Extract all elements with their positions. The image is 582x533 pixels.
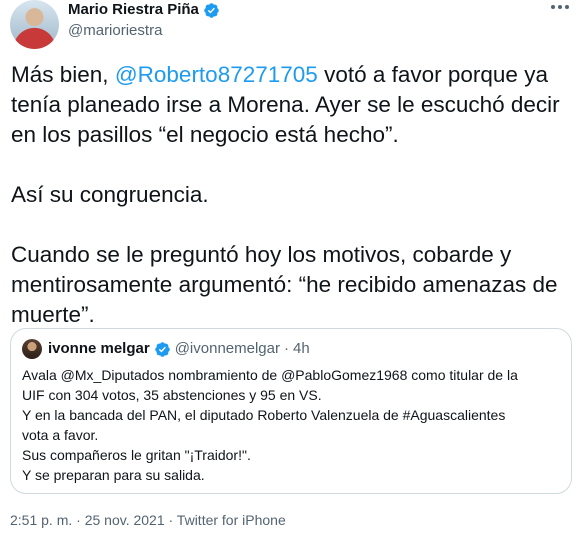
quoted-line: UIF con 304 votos, 35 abstenciones y 95 … [22, 387, 322, 403]
quoted-line: Avala @Mx_Diputados nombramiento de @Pab… [22, 367, 518, 383]
tweet-paragraph-1: Más bien, @Roberto87271705 votó a favor … [11, 62, 560, 147]
mention-link[interactable]: @Roberto87271705 [115, 62, 318, 87]
quoted-timestamp: 4h [292, 340, 310, 357]
tweet-text: Más bien, @Roberto87271705 votó a favor … [11, 60, 581, 330]
quoted-tweet-card[interactable]: ivonne melgar @ivonnemelgar · 4h Avala @… [10, 328, 572, 494]
quoted-tweet-header: ivonne melgar @ivonnemelgar · 4h [22, 339, 310, 359]
more-options-icon[interactable] [548, 0, 572, 16]
author-handle[interactable]: @marioriestra [68, 21, 162, 41]
tweet-paragraph-3: Cuando se le preguntó hoy los motivos, c… [11, 242, 558, 327]
author-name[interactable]: Mario Riestra Piña [68, 0, 199, 20]
quoted-separator: · [283, 340, 289, 357]
quoted-author-avatar [22, 339, 42, 359]
verified-icon [203, 2, 220, 19]
quoted-tweet-text: Avala @Mx_Diputados nombramiento de @Pab… [22, 365, 562, 485]
quoted-line: Y en la bancada del PAN, el diputado Rob… [22, 407, 506, 423]
author-name-row[interactable]: Mario Riestra Piña [68, 0, 220, 20]
tweet-paragraph-2: Así su congruencia. [11, 182, 209, 207]
quoted-author-handle: @ivonnemelgar [174, 340, 280, 357]
quoted-line: vota a favor. [22, 427, 99, 443]
quoted-line: Y se preparan para su salida. [22, 467, 205, 483]
author-avatar[interactable] [10, 0, 59, 49]
tweet-timestamp-source[interactable]: 2:51 p. m. · 25 nov. 2021 · Twitter for … [10, 510, 286, 530]
quoted-line: Sus compañeros le gritan "¡Traidor!". [22, 447, 251, 463]
quoted-author-name: ivonne melgar [48, 340, 150, 357]
quoted-verified-icon [154, 341, 171, 358]
